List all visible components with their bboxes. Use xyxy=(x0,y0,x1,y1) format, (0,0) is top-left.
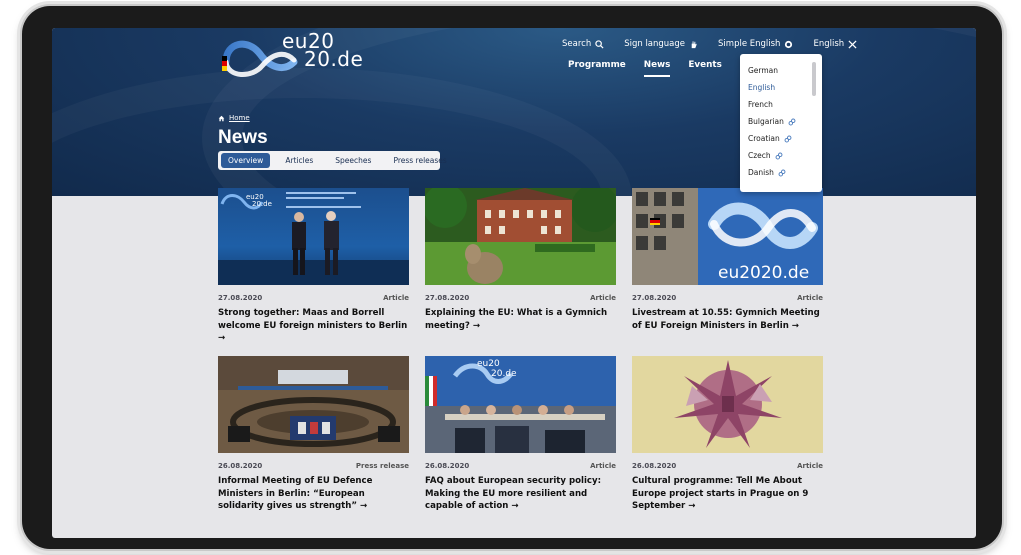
language-option-label: French xyxy=(748,100,773,109)
utility-bar: Search Sign language Simple English Engl… xyxy=(562,39,857,49)
news-card-title[interactable]: Strong together: Maas and Borrell welcom… xyxy=(218,307,409,345)
news-card-date: 26.08.2020 xyxy=(218,462,263,470)
livestream-photo: eu2020.de xyxy=(632,188,823,285)
language-switcher[interactable]: English xyxy=(813,39,857,49)
ministers-photo: eu20 20.de xyxy=(218,192,409,285)
thumb-logo-text: 20.de xyxy=(491,369,517,379)
language-dropdown: German English French Bulgarian Croatian… xyxy=(740,54,822,192)
news-card-title[interactable]: FAQ about European security policy: Maki… xyxy=(425,475,616,513)
language-label: English xyxy=(813,39,845,49)
language-option-danish[interactable]: Danish xyxy=(748,164,814,181)
news-card-type: Article xyxy=(590,462,616,470)
external-link-icon xyxy=(788,118,796,125)
news-card-image xyxy=(425,188,616,285)
news-filter-tabs: Overview Articles Speeches Press release… xyxy=(218,151,447,170)
news-card-type: Article xyxy=(797,294,823,302)
sign-language-label: Sign language xyxy=(624,39,686,49)
news-card-date: 27.08.2020 xyxy=(632,294,677,302)
news-card-image xyxy=(632,356,823,453)
thumb-logo-text: 20.de xyxy=(252,200,272,208)
language-option-croatian[interactable]: Croatian xyxy=(748,130,814,147)
external-link-icon xyxy=(778,169,786,176)
logo-wordmark[interactable]: eu20 20.de xyxy=(282,31,363,69)
simple-english-label: Simple English xyxy=(718,39,781,49)
news-card[interactable]: 27.08.2020 Article Explaining the EU: Wh… xyxy=(425,188,616,332)
language-option-label: Bulgarian xyxy=(748,117,784,126)
home-icon xyxy=(218,115,225,121)
dropdown-scrollbar[interactable] xyxy=(812,62,816,96)
language-option-label: German xyxy=(748,66,779,75)
news-card-title[interactable]: Cultural programme: Tell Me About Europe… xyxy=(632,475,823,513)
language-option-german[interactable]: German xyxy=(748,62,814,79)
page-title: News xyxy=(218,127,268,148)
language-option-french[interactable]: French xyxy=(748,96,814,113)
tablet-frame: eu20 20.de Search Sign language Simple E… xyxy=(22,6,1002,549)
external-link-icon xyxy=(775,152,783,159)
language-option-english[interactable]: English xyxy=(748,79,814,96)
close-icon[interactable] xyxy=(848,39,857,49)
breadcrumb: Home xyxy=(218,114,250,122)
news-card-date: 26.08.2020 xyxy=(425,462,470,470)
thumb-logo-text: eu20 xyxy=(477,359,500,369)
news-card-image: eu20 20.de xyxy=(425,356,616,453)
language-option-label: English xyxy=(748,83,776,92)
page-header: eu20 20.de Search Sign language Simple E… xyxy=(52,28,976,196)
search-button[interactable]: Search xyxy=(562,39,604,49)
easy-language-icon xyxy=(785,40,793,48)
browser-screen: eu20 20.de Search Sign language Simple E… xyxy=(52,28,976,538)
news-card-image xyxy=(218,356,409,453)
news-card-image: eu20 20.de xyxy=(218,188,409,285)
news-card-meta: 27.08.2020 Article xyxy=(425,294,616,302)
news-card-title[interactable]: Informal Meeting of EU Defence Ministers… xyxy=(218,475,409,513)
security-policy-photo: eu20 20.de xyxy=(425,356,616,453)
news-card-type: Article xyxy=(797,462,823,470)
tab-speeches[interactable]: Speeches xyxy=(328,153,378,168)
news-card-date: 27.08.2020 xyxy=(425,294,470,302)
news-card[interactable]: eu20 20.de xyxy=(218,188,409,345)
tab-overview[interactable]: Overview xyxy=(221,153,271,168)
news-card-image: eu2020.de xyxy=(632,188,823,285)
simple-english-link[interactable]: Simple English xyxy=(718,39,793,49)
news-card[interactable]: 26.08.2020 Article Cultural programme: T… xyxy=(632,356,823,513)
language-option-czech[interactable]: Czech xyxy=(748,147,814,164)
news-card-meta: 26.08.2020 Press release xyxy=(218,462,409,470)
news-card-meta: 27.08.2020 Article xyxy=(218,294,409,302)
language-option-label: Czech xyxy=(748,151,771,160)
gymnich-castle-photo xyxy=(425,188,616,285)
language-option-label: Croatian xyxy=(748,134,780,143)
thumb-logo-text: eu2020.de xyxy=(718,263,809,283)
news-card-date: 26.08.2020 xyxy=(632,462,677,470)
tab-articles[interactable]: Articles xyxy=(278,153,320,168)
main-navigation: Programme News Events P xyxy=(568,60,746,77)
sign-language-link[interactable]: Sign language xyxy=(624,39,698,49)
language-option-bulgarian[interactable]: Bulgarian xyxy=(748,113,814,130)
news-card-meta: 27.08.2020 Article xyxy=(632,294,823,302)
news-card-type: Press release xyxy=(355,462,409,470)
news-card-title[interactable]: Explaining the EU: What is a Gymnich mee… xyxy=(425,307,616,332)
breadcrumb-home[interactable]: Home xyxy=(229,114,250,122)
nav-news[interactable]: News xyxy=(643,60,671,77)
prague-artwork-image xyxy=(632,356,823,453)
news-card[interactable]: 26.08.2020 Press release Informal Meetin… xyxy=(218,356,409,513)
external-link-icon xyxy=(784,135,792,142)
defence-meeting-photo xyxy=(218,356,409,453)
news-card-date: 27.08.2020 xyxy=(218,294,263,302)
news-card-type: Article xyxy=(383,294,409,302)
language-option-label: Danish xyxy=(748,168,774,177)
tab-press-releases[interactable]: Press releases xyxy=(386,153,453,168)
news-card-meta: 26.08.2020 Article xyxy=(425,462,616,470)
news-card-type: Article xyxy=(590,294,616,302)
news-card[interactable]: eu2020.de 27.08.2020 Article Livestream … xyxy=(632,188,823,332)
search-icon xyxy=(595,39,604,49)
search-label: Search xyxy=(562,39,592,49)
news-card[interactable]: eu20 20.de xyxy=(425,356,616,513)
nav-events[interactable]: Events xyxy=(688,60,721,77)
hand-icon xyxy=(691,40,697,48)
nav-programme[interactable]: Programme xyxy=(568,60,626,77)
news-card-title[interactable]: Livestream at 10.55: Gymnich Meeting of … xyxy=(632,307,823,332)
news-card-meta: 26.08.2020 Article xyxy=(632,462,823,470)
